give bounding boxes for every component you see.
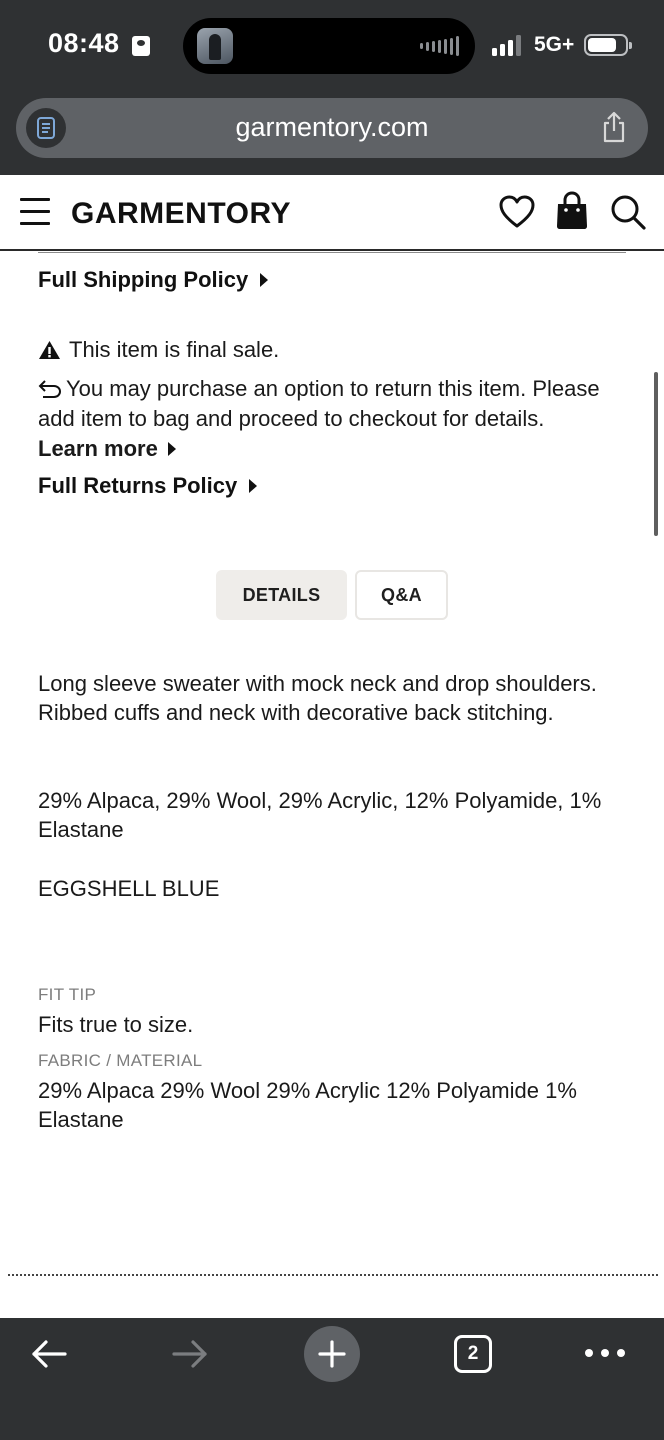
caret-right-icon (167, 442, 176, 456)
share-icon (603, 111, 625, 143)
plus-icon (318, 1340, 346, 1368)
audio-waveform-icon (420, 36, 459, 56)
learn-more-link[interactable]: Learn more (38, 434, 176, 464)
new-tab-button[interactable] (304, 1326, 360, 1382)
shipping-link-label: Full Shipping Policy (38, 267, 249, 292)
address-bar[interactable]: garmentory.com (16, 98, 648, 158)
dotted-divider (8, 1274, 658, 1276)
share-button[interactable] (600, 111, 628, 148)
product-color: EGGSHELL BLUE (38, 876, 220, 901)
full-returns-policy-link[interactable]: Full Returns Policy (38, 473, 258, 499)
learn-more-label: Learn more (38, 436, 158, 461)
now-playing-thumbnail (197, 28, 233, 64)
final-sale-notice: This item is final sale. (38, 335, 628, 365)
scrollbar[interactable] (654, 372, 658, 536)
tabs-button[interactable]: 2 (454, 1335, 492, 1373)
url-text[interactable]: garmentory.com (16, 112, 648, 143)
brand-logo[interactable]: GARMENTORY (71, 197, 291, 231)
status-time: 08:48 (48, 28, 120, 58)
tab-details[interactable]: DETAILS (216, 570, 347, 620)
site-header: GARMENTORY (0, 175, 664, 251)
status-bar: 08:48 5G+ (0, 0, 664, 92)
product-composition: 29% Alpaca, 29% Wool, 29% Acrylic, 12% P… (38, 788, 602, 842)
product-description: Long sleeve sweater with mock neck and d… (38, 671, 597, 725)
more-icon[interactable] (585, 1349, 625, 1357)
search-icon[interactable] (609, 193, 647, 231)
browser-bottom-toolbar: 2 (0, 1318, 664, 1440)
forward-arrow-icon[interactable] (171, 1338, 209, 1370)
network-type: 5G+ (534, 33, 575, 56)
caret-right-icon (249, 479, 258, 493)
cellular-signal-icon (492, 34, 521, 56)
fabric-material-label: FABRIC / MATERIAL (38, 1051, 203, 1070)
menu-icon[interactable] (20, 198, 50, 226)
battery-icon (584, 34, 632, 56)
heart-icon[interactable] (498, 193, 536, 231)
bag-icon[interactable] (554, 191, 590, 231)
id-badge-icon (132, 36, 150, 56)
full-shipping-policy-link[interactable]: Full Shipping Policy (38, 267, 269, 293)
fit-tip-label: FIT TIP (38, 985, 97, 1004)
section-divider (38, 252, 626, 253)
fit-tip-value: Fits true to size. (38, 1012, 194, 1037)
dynamic-island[interactable] (183, 18, 475, 74)
tab-qa[interactable]: Q&A (355, 570, 448, 620)
browser-top-chrome: 08:48 5G+ garmentory.com (0, 0, 664, 175)
return-option-notice: You may purchase an option to return thi… (38, 374, 628, 464)
back-arrow-icon[interactable] (30, 1338, 68, 1370)
return-arrow-icon (38, 380, 62, 398)
warning-icon (39, 341, 60, 359)
returns-link-label: Full Returns Policy (38, 473, 238, 498)
caret-right-icon (260, 273, 269, 287)
final-sale-text: This item is final sale. (69, 337, 280, 362)
fabric-material-value: 29% Alpaca 29% Wool 29% Acrylic 12% Poly… (38, 1078, 577, 1132)
product-info-tabs: DETAILS Q&A (216, 570, 448, 620)
return-option-text: You may purchase an option to return thi… (38, 376, 600, 431)
